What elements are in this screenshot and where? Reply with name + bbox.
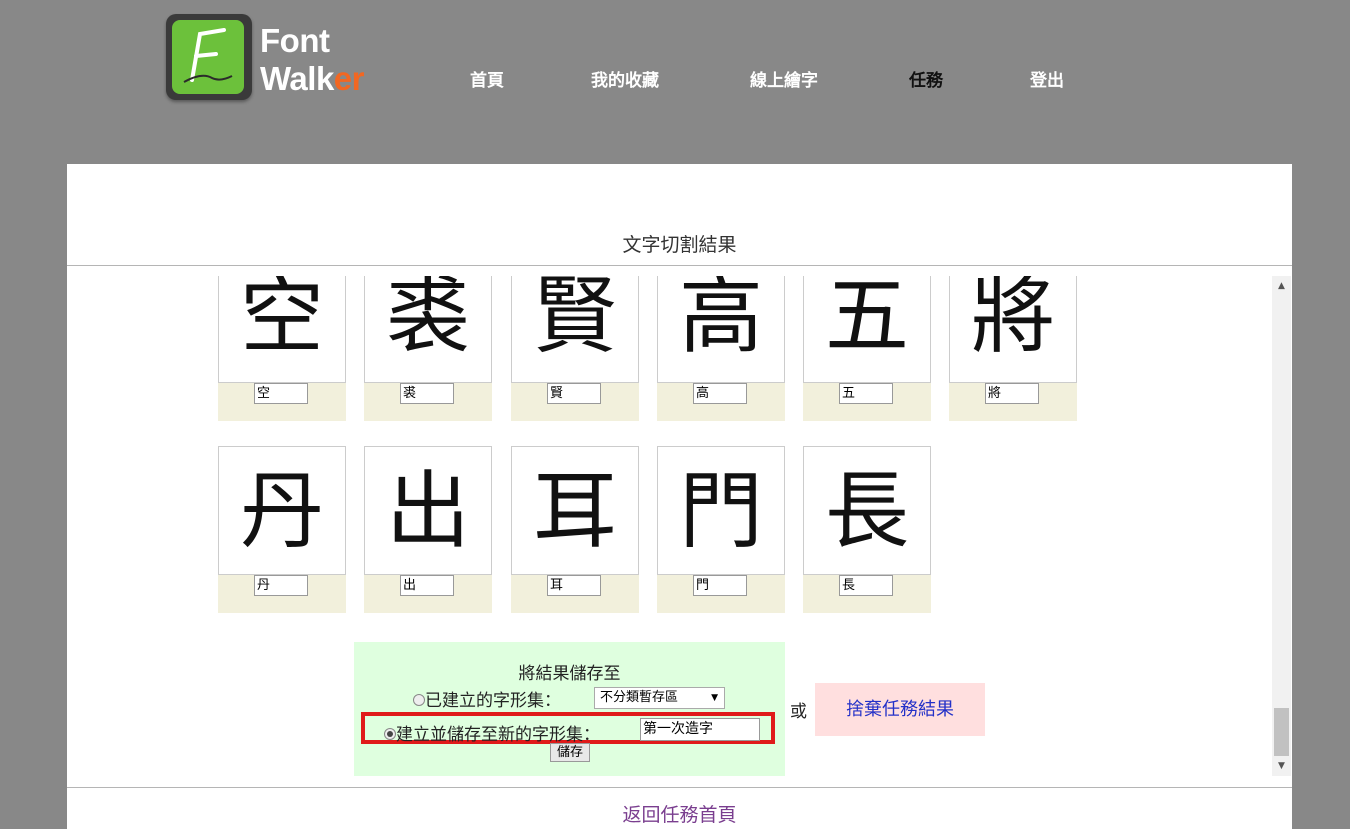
glyph-image: 出 (364, 446, 492, 575)
glyph-label-input[interactable]: 丹 (254, 575, 308, 596)
glyph-cell: 耳 耳 (511, 446, 639, 613)
nav-tasks[interactable]: 任務 (909, 66, 943, 91)
divider (67, 787, 1292, 788)
fontwalker-logo[interactable]: Font Walker (166, 14, 386, 104)
scroll-down-icon[interactable]: ▼ (1272, 756, 1291, 776)
new-set-highlight: 建立並儲存至新的字形集： 第一次造字 (361, 712, 775, 745)
glyph-label-input[interactable]: 空 (254, 383, 308, 404)
glyph-label-input[interactable]: 將 (985, 383, 1039, 404)
glyph-cell: 長 長 (803, 446, 931, 613)
glyph-image: 裘 (364, 276, 492, 383)
back-to-tasks-link[interactable]: 返回任務首頁 (67, 800, 1292, 827)
glyph-image: 高 (657, 276, 785, 383)
glyph-label-input[interactable]: 門 (693, 575, 747, 596)
glyph-cell: 出 出 (364, 446, 492, 613)
save-panel: 將結果儲存至 已建立的字形集： 不分類暫存區 ▼ 建立並儲存至新的字形集： 第一次… (354, 642, 785, 776)
glyph-cell: 門 門 (657, 446, 785, 613)
glyph-image: 將 (949, 276, 1077, 383)
glyph-cell: 將 將 (949, 276, 1077, 421)
divider (67, 265, 1292, 266)
glyph-image: 丹 (218, 446, 346, 575)
results-scroll-area[interactable]: 空 空 裘 裘 賢 賢 高 高 五 五 將 將 丹 丹 出 出 耳 耳 門 門 … (67, 276, 1292, 776)
new-set-radio[interactable] (384, 728, 396, 740)
nav-logout[interactable]: 登出 (1030, 66, 1064, 91)
glyph-label-input[interactable]: 高 (693, 383, 747, 404)
glyph-cell: 空 空 (218, 276, 346, 421)
existing-set-option[interactable]: 已建立的字形集： (413, 686, 561, 711)
existing-set-label: 已建立的字形集： (425, 691, 561, 711)
glyph-label-input[interactable]: 耳 (547, 575, 601, 596)
section-title: 文字切割結果 (622, 234, 737, 256)
glyph-cell: 賢 賢 (511, 276, 639, 421)
existing-set-radio[interactable] (413, 694, 425, 706)
glyph-image: 耳 (511, 446, 639, 575)
glyph-cell: 高 高 (657, 276, 785, 421)
dropdown-arrow-icon: ▼ (711, 693, 718, 703)
glyph-label-input[interactable]: 賢 (547, 383, 601, 404)
main-nav: 首頁 我的收藏 線上繪字 任務 登出 (0, 66, 1350, 91)
new-set-option[interactable]: 建立並儲存至新的字形集： (384, 720, 600, 745)
scrollbar-thumb[interactable] (1274, 708, 1289, 756)
glyph-label-input[interactable]: 五 (839, 383, 893, 404)
main-panel: 文字切割結果 空 空 裘 裘 賢 賢 高 高 五 五 將 將 丹 丹 出 出 耳… (67, 164, 1292, 829)
glyph-image: 長 (803, 446, 931, 575)
glyph-label-input[interactable]: 出 (400, 575, 454, 596)
nav-home[interactable]: 首頁 (470, 66, 504, 91)
nav-online-drawing[interactable]: 線上繪字 (750, 66, 818, 91)
glyph-image: 賢 (511, 276, 639, 383)
vertical-scrollbar[interactable]: ▲ ▼ (1272, 276, 1291, 776)
glyph-cell: 丹 丹 (218, 446, 346, 613)
new-set-label: 建立並儲存至新的字形集： (396, 725, 600, 745)
save-title: 將結果儲存至 (518, 664, 621, 684)
glyph-image: 空 (218, 276, 346, 383)
glyph-label-input[interactable]: 長 (839, 575, 893, 596)
glyph-image: 門 (657, 446, 785, 575)
glyph-cell: 五 五 (803, 276, 931, 421)
nav-my-collection[interactable]: 我的收藏 (591, 66, 659, 91)
or-text: 或 (790, 702, 807, 722)
scroll-up-icon[interactable]: ▲ (1272, 276, 1291, 296)
glyph-label-input[interactable]: 裘 (400, 383, 454, 404)
glyph-image: 五 (803, 276, 931, 383)
save-button[interactable]: 儲存 (550, 743, 590, 762)
glyph-cell: 裘 裘 (364, 276, 492, 421)
existing-set-select[interactable]: 不分類暫存區 ▼ (594, 687, 725, 709)
new-set-name-input[interactable]: 第一次造字 (640, 718, 760, 741)
discard-task-button[interactable]: 捨棄任務結果 (815, 683, 985, 736)
